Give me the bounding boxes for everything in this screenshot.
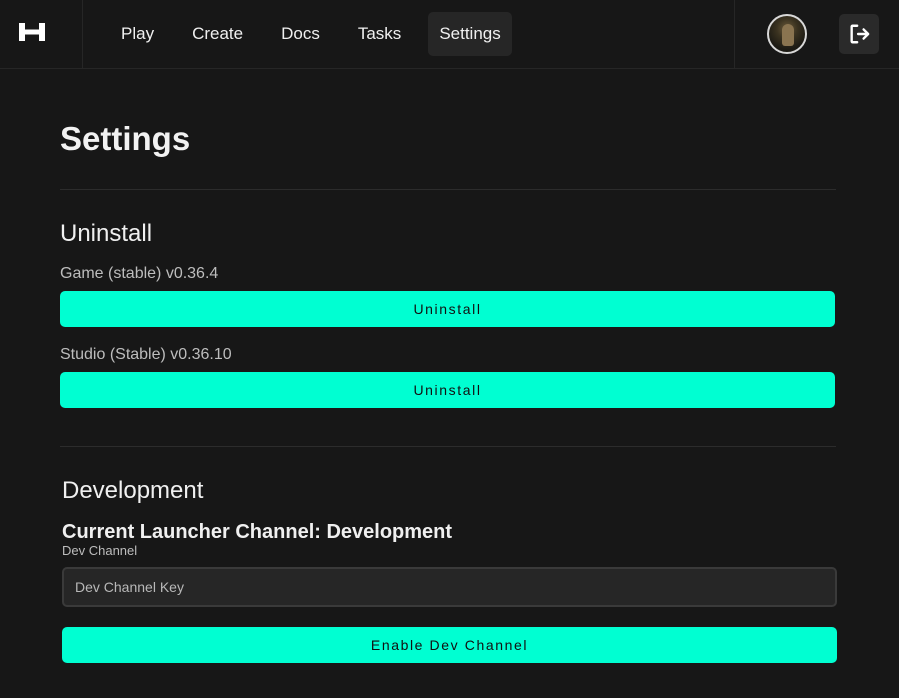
hytale-h-logo-icon[interactable]	[19, 22, 45, 46]
logo-area	[0, 0, 83, 68]
avatar-cell	[735, 0, 839, 68]
uninstall-studio-button[interactable]: Uninstall	[60, 372, 835, 408]
dev-channel-label: Dev Channel	[62, 543, 138, 558]
divider	[60, 189, 836, 190]
enable-dev-channel-button[interactable]: Enable Dev Channel	[62, 627, 837, 663]
page-title: Settings	[60, 120, 191, 157]
development-section-title: Development	[62, 477, 204, 504]
uninstall-section-title: Uninstall	[60, 220, 153, 247]
nav-item-settings[interactable]: Settings	[428, 12, 512, 56]
logout-icon	[850, 24, 870, 44]
studio-version-label: Studio (Stable) v0.36.10	[60, 346, 232, 363]
uninstall-game-button[interactable]: Uninstall	[60, 291, 835, 327]
logout-button[interactable]	[839, 14, 879, 54]
user-avatar-icon[interactable]	[767, 14, 807, 54]
account-area	[734, 0, 899, 68]
dev-channel-key-input[interactable]	[62, 567, 837, 607]
nav-item-label: Tasks	[357, 24, 402, 43]
logout-cell	[839, 0, 899, 68]
nav-item-create[interactable]: Create	[181, 12, 254, 56]
current-channel-heading: Current Launcher Channel: Development	[62, 521, 453, 543]
main-nav: Play Create Docs Tasks Settings	[83, 0, 734, 68]
nav-item-play[interactable]: Play	[110, 12, 165, 56]
nav-item-label: Settings	[439, 24, 501, 43]
nav-item-label: Docs	[281, 24, 320, 43]
top-navigation-bar: Play Create Docs Tasks Settings	[0, 0, 899, 69]
nav-item-label: Create	[192, 24, 244, 43]
nav-item-tasks[interactable]: Tasks	[347, 12, 412, 56]
nav-item-docs[interactable]: Docs	[270, 12, 331, 56]
game-version-label: Game (stable) v0.36.4	[60, 265, 219, 282]
divider	[60, 446, 836, 447]
nav-item-label: Play	[121, 24, 155, 43]
